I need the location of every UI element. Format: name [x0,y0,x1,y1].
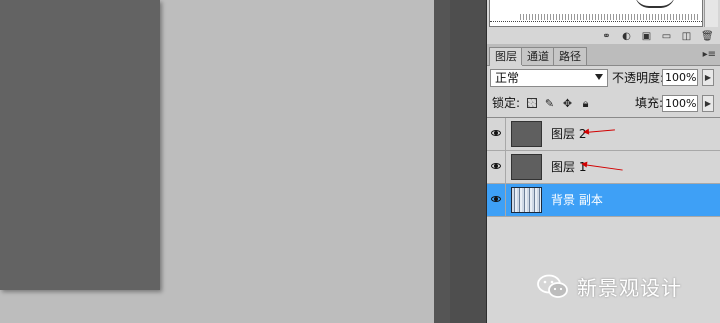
layer-thumbnail [511,187,542,213]
fill-label: 填充: [635,96,664,110]
navigator-preview[interactable] [489,0,703,27]
watermark-text: 新景观设计 [577,276,682,300]
panel-menu-icon[interactable]: ▸≡ [703,49,716,60]
tab-paths[interactable]: 路径 [553,47,587,65]
layer-row[interactable]: 图层 1 [487,151,720,184]
eye-icon [491,130,501,136]
layer-thumbnail [511,121,542,147]
chevron-down-icon [595,74,603,80]
move-icon[interactable]: ✥ [562,98,573,109]
lock-icon[interactable]: 🔒︎ [580,98,591,109]
navigator-scrollbar[interactable] [704,0,718,27]
layer-row[interactable]: 图层 2 [487,118,720,151]
visibility-toggle[interactable] [487,118,506,150]
red-arrow-annotation [582,164,623,171]
eye-icon [491,163,501,169]
visibility-toggle[interactable] [487,184,506,216]
opacity-slider-toggle[interactable]: ▶ [702,69,714,86]
opacity-input[interactable]: 100% [662,69,698,86]
workspace-edge [434,0,450,323]
layer-row-selected[interactable]: 背景 副本 [487,184,720,217]
new-layer-icon[interactable]: ◫ [681,31,692,42]
link-icon[interactable]: ⚭ [601,31,612,42]
red-arrow-annotation [584,129,615,133]
mask-icon[interactable]: ▣ [641,31,652,42]
lock-label: 锁定: [492,96,521,110]
opacity-label: 不透明度: [612,71,665,85]
layer-name: 图层 2 [551,127,587,141]
lock-transparent-icon[interactable] [527,98,537,108]
eye-icon [491,196,501,202]
layer-list: 图层 2 图层 1 背景 副本 [487,117,720,258]
brush-icon[interactable]: ✎ [544,98,555,109]
tab-layers[interactable]: 图层 [489,47,523,66]
layer-thumbnail [511,154,542,180]
panel-dock-gap [450,0,486,323]
fill-slider-toggle[interactable]: ▶ [702,95,714,112]
watermark: 新景观设计 [537,272,682,301]
fx-icon[interactable]: ◐ [621,31,632,42]
canvas-workspace[interactable] [0,0,450,323]
blend-mode-select[interactable]: 正常 [490,69,608,87]
layer-name: 背景 副本 [551,193,603,207]
wechat-icon [537,274,568,298]
lock-options: ✎ ✥ 🔒︎ [527,95,591,111]
navigator-toolbar: ⚭ ◐ ▣ ▭ ◫ 🗑 [601,29,714,43]
blend-mode-value: 正常 [495,71,520,85]
panel-tabbar: 图层 通道 路径 ▸≡ [487,44,720,66]
tab-channels[interactable]: 通道 [521,47,555,65]
trash-icon[interactable]: 🗑 [701,31,714,42]
document-canvas[interactable] [0,0,160,290]
visibility-toggle[interactable] [487,151,506,183]
fill-input[interactable]: 100% [662,95,698,112]
folder-icon[interactable]: ▭ [661,31,672,42]
navigator-panel: ⚭ ◐ ▣ ▭ ◫ 🗑 [486,0,720,44]
